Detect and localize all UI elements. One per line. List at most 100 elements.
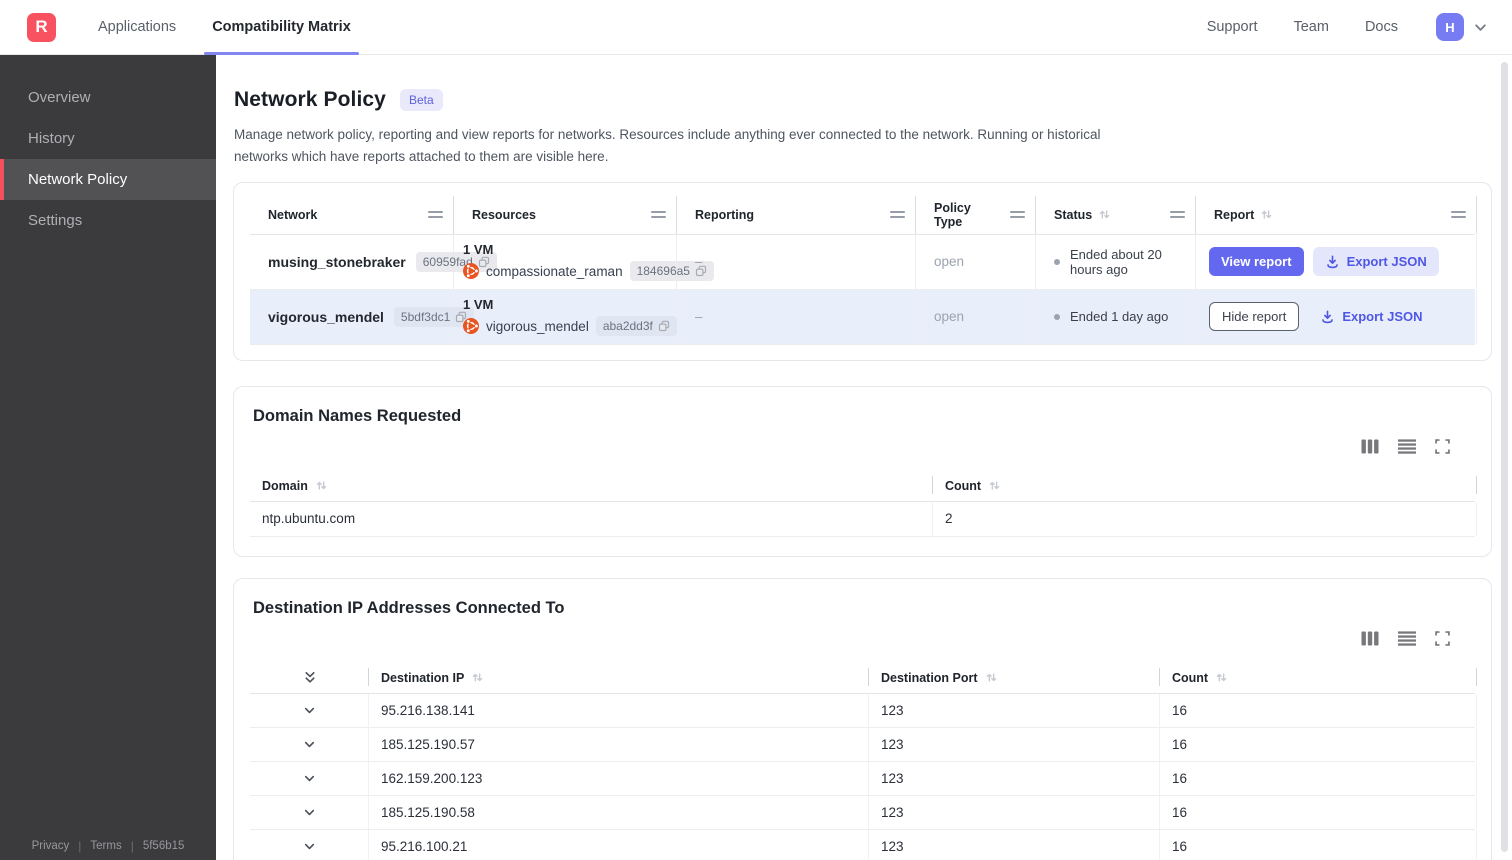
footer-divider: |: [78, 839, 82, 853]
column-resize-handle[interactable]: [1451, 211, 1466, 219]
sidebar-item-settings[interactable]: Settings: [0, 200, 216, 241]
column-header-destination-ip[interactable]: Destination IP: [369, 663, 869, 693]
column-label: Count: [1172, 670, 1209, 685]
sort-icon[interactable]: [1098, 208, 1111, 221]
network-id: 5bdf3dc1: [400, 309, 451, 324]
export-json-label: Export JSON: [1346, 254, 1427, 270]
main-content: Network Policy Beta Manage network polic…: [216, 55, 1512, 860]
column-resize-handle[interactable]: [428, 211, 443, 219]
view-report-button[interactable]: View report: [1209, 247, 1304, 277]
destinations-card: Destination IP Addresses Connected To De…: [233, 577, 1492, 860]
column-resize-handle[interactable]: [890, 211, 905, 219]
destination-row: 95.216.100.21 123 16: [250, 829, 1477, 860]
terms-link[interactable]: Terms: [90, 840, 121, 852]
networks-table-header: Network Resources Reporting Policy Type: [250, 195, 1477, 235]
tab-compatibility-matrix[interactable]: Compatibility Matrix: [204, 0, 359, 55]
count-cell: 16: [1160, 693, 1477, 727]
double-chevron-down-icon: [303, 670, 317, 685]
expand-all-rows[interactable]: [250, 663, 369, 693]
destination-row: 95.216.138.141 123 16: [250, 693, 1477, 728]
sidebar-item-overview[interactable]: Overview: [0, 77, 216, 118]
count-cell: 16: [1160, 761, 1477, 795]
expand-row-toggle[interactable]: [250, 829, 369, 860]
sort-icon[interactable]: [471, 671, 484, 684]
report-cell: View report Export JSON: [1196, 234, 1477, 289]
export-json-button[interactable]: Export JSON: [1308, 302, 1434, 331]
resources-cell: 1 VM vigorous_mendel aba2dd3f: [454, 289, 677, 344]
column-label: Count: [945, 478, 982, 493]
brand-logo[interactable]: R: [27, 12, 56, 42]
expand-icon[interactable]: [1435, 631, 1450, 646]
column-header-status[interactable]: Status: [1036, 195, 1196, 234]
destinations-card-title: Destination IP Addresses Connected To: [253, 598, 565, 617]
column-resize-handle[interactable]: [651, 211, 666, 219]
expand-row-toggle[interactable]: [250, 761, 369, 795]
sort-icon[interactable]: [985, 671, 998, 684]
column-label: Network: [268, 207, 318, 222]
privacy-link[interactable]: Privacy: [32, 840, 70, 852]
nav-link-support[interactable]: Support: [1207, 19, 1258, 35]
domains-card: Domain Names Requested Domain Count ntp.…: [233, 385, 1492, 557]
tab-applications[interactable]: Applications: [90, 0, 184, 55]
destination-port-cell: 123: [869, 727, 1160, 761]
column-header-destination-port[interactable]: Destination Port: [869, 663, 1160, 693]
column-label: Status: [1054, 207, 1093, 222]
expand-row-toggle[interactable]: [250, 795, 369, 829]
sort-icon[interactable]: [1215, 671, 1228, 684]
resources-cell: 1 VM compassionate_raman 184696a5: [454, 234, 714, 289]
column-label: Domain: [262, 478, 308, 493]
status-text: Ended about 20 hours ago: [1070, 246, 1162, 277]
report-cell: Hide report Export JSON: [1196, 289, 1477, 344]
destination-ip-cell: 185.125.190.57: [369, 727, 869, 761]
column-header-report[interactable]: Report: [1196, 195, 1477, 234]
domains-card-title: Domain Names Requested: [253, 406, 462, 425]
reporting-cell: –: [677, 289, 916, 344]
column-header-count[interactable]: Count: [933, 471, 1477, 501]
sidebar-item-network-policy[interactable]: Network Policy: [0, 159, 216, 200]
nav-link-docs[interactable]: Docs: [1365, 19, 1398, 35]
column-header-count[interactable]: Count: [1160, 663, 1477, 693]
destination-ip-cell: 185.125.190.58: [369, 795, 869, 829]
page-header: Network Policy Beta: [233, 88, 1492, 112]
policy-type-cell: open: [916, 234, 1036, 289]
column-resize-handle[interactable]: [1170, 211, 1185, 219]
destinations-table-header: Destination IP Destination Port Count: [250, 663, 1477, 694]
sort-icon[interactable]: [315, 479, 328, 492]
domain-row: ntp.ubuntu.com 2: [250, 501, 1477, 537]
beta-badge: Beta: [399, 89, 443, 111]
count-cell: 16: [1160, 727, 1477, 761]
expand-row-toggle[interactable]: [250, 693, 369, 727]
hide-report-button[interactable]: Hide report: [1209, 302, 1300, 332]
column-resize-handle[interactable]: [1010, 211, 1025, 219]
copy-icon[interactable]: [658, 320, 670, 332]
top-navbar: R Applications Compatibility Matrix Supp…: [0, 0, 1512, 55]
sort-icon[interactable]: [988, 479, 1001, 492]
download-icon: [1325, 254, 1340, 269]
chevron-down-icon[interactable]: [1473, 20, 1488, 35]
nav-link-team[interactable]: Team: [1293, 19, 1328, 35]
sidebar-item-history[interactable]: History: [0, 118, 216, 159]
network-row[interactable]: musing_stonebraker 60959fad 1 VM compass…: [250, 234, 1477, 290]
rows-icon[interactable]: [1398, 439, 1416, 454]
columns-icon[interactable]: [1361, 631, 1379, 646]
expand-icon[interactable]: [1435, 439, 1450, 454]
column-label: Report: [1214, 207, 1255, 222]
count-cell: 16: [1160, 829, 1477, 860]
destination-port-cell: 123: [869, 761, 1160, 795]
reporting-cell: –: [677, 234, 916, 289]
status-cell: Ended about 20 hours ago: [1036, 234, 1196, 289]
rows-icon[interactable]: [1398, 631, 1416, 646]
table-toolbar: [250, 438, 1475, 455]
sort-icon[interactable]: [1260, 208, 1273, 221]
page-scrollbar[interactable]: [1501, 62, 1508, 852]
user-avatar[interactable]: H: [1436, 13, 1464, 41]
expand-row-toggle[interactable]: [250, 727, 369, 761]
columns-icon[interactable]: [1361, 439, 1379, 454]
count-cell: 2: [933, 501, 1477, 536]
column-header-reporting: Reporting: [677, 195, 916, 234]
export-json-button[interactable]: Export JSON: [1312, 247, 1439, 277]
domains-table: Domain Count ntp.ubuntu.com 2: [250, 471, 1477, 537]
network-row[interactable]: vigorous_mendel 5bdf3dc1 1 VM vigorous_m…: [250, 289, 1477, 345]
nav-tabs: Applications Compatibility Matrix: [90, 0, 379, 55]
column-header-domain[interactable]: Domain: [250, 471, 933, 501]
